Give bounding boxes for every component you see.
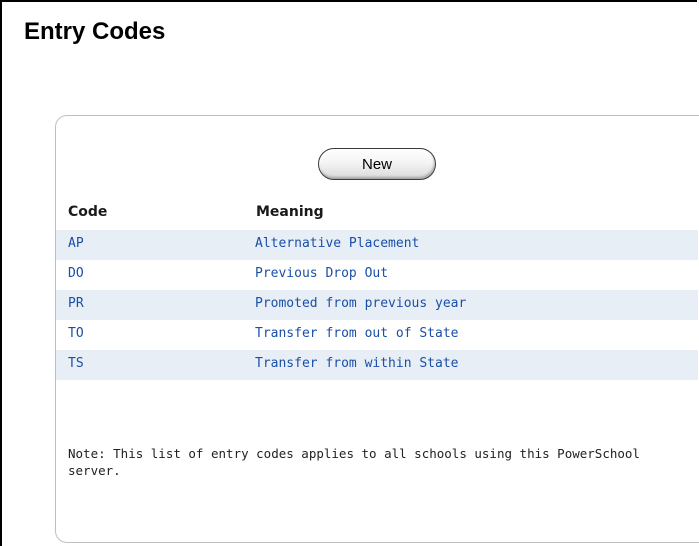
column-header-meaning: Meaning [256,204,324,220]
table-row[interactable]: DO Previous Drop Out [56,260,698,290]
entry-code-link[interactable]: TO [68,326,84,341]
entry-meaning-link[interactable]: Promoted from previous year [255,296,466,311]
entry-meaning-link[interactable]: Alternative Placement [255,236,419,251]
new-button[interactable]: New [318,148,436,180]
entry-code-link[interactable]: AP [68,236,84,251]
table-row[interactable]: TS Transfer from within State [56,350,698,380]
table-row[interactable]: AP Alternative Placement [56,230,698,260]
table-row[interactable]: PR Promoted from previous year [56,290,698,320]
entry-code-link[interactable]: DO [68,266,84,281]
entry-code-link[interactable]: TS [68,356,84,371]
entry-meaning-link[interactable]: Transfer from within State [255,356,459,371]
page-title: Entry Codes [24,18,166,45]
entry-meaning-link[interactable]: Previous Drop Out [255,266,388,281]
column-header-code: Code [68,204,108,220]
table-row[interactable]: TO Transfer from out of State [56,320,698,350]
entry-code-link[interactable]: PR [68,296,84,311]
footer-note: Note: This list of entry codes applies t… [68,446,640,478]
entry-meaning-link[interactable]: Transfer from out of State [255,326,459,341]
